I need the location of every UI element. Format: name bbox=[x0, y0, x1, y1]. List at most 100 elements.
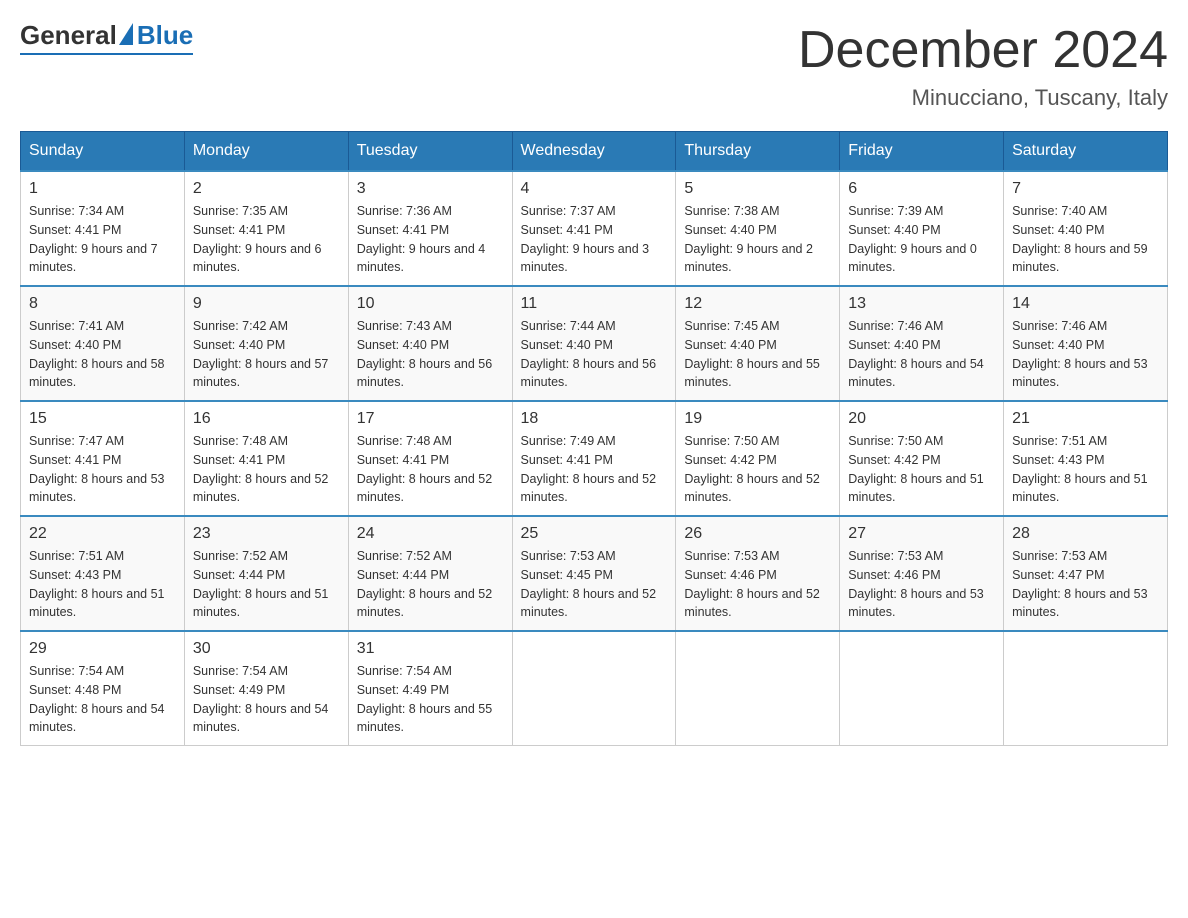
table-row bbox=[1004, 631, 1168, 746]
month-title: December 2024 bbox=[798, 20, 1168, 80]
day-number: 22 bbox=[29, 525, 176, 543]
calendar-week-row: 1 Sunrise: 7:34 AMSunset: 4:41 PMDaylight… bbox=[21, 171, 1168, 286]
table-row: 14 Sunrise: 7:46 AMSunset: 4:40 PMDayligh… bbox=[1004, 286, 1168, 401]
day-info: Sunrise: 7:52 AMSunset: 4:44 PMDaylight:… bbox=[357, 547, 504, 622]
day-number: 20 bbox=[848, 410, 995, 428]
day-info: Sunrise: 7:48 AMSunset: 4:41 PMDaylight:… bbox=[193, 432, 340, 507]
day-number: 29 bbox=[29, 640, 176, 658]
day-number: 1 bbox=[29, 180, 176, 198]
col-friday: Friday bbox=[840, 132, 1004, 172]
col-tuesday: Tuesday bbox=[348, 132, 512, 172]
day-info: Sunrise: 7:53 AMSunset: 4:46 PMDaylight:… bbox=[684, 547, 831, 622]
day-number: 5 bbox=[684, 180, 831, 198]
table-row: 29 Sunrise: 7:54 AMSunset: 4:48 PMDayligh… bbox=[21, 631, 185, 746]
day-number: 30 bbox=[193, 640, 340, 658]
table-row: 4 Sunrise: 7:37 AMSunset: 4:41 PMDaylight… bbox=[512, 171, 676, 286]
table-row: 17 Sunrise: 7:48 AMSunset: 4:41 PMDayligh… bbox=[348, 401, 512, 516]
table-row: 5 Sunrise: 7:38 AMSunset: 4:40 PMDaylight… bbox=[676, 171, 840, 286]
table-row: 6 Sunrise: 7:39 AMSunset: 4:40 PMDaylight… bbox=[840, 171, 1004, 286]
table-row: 9 Sunrise: 7:42 AMSunset: 4:40 PMDaylight… bbox=[184, 286, 348, 401]
day-number: 6 bbox=[848, 180, 995, 198]
day-number: 9 bbox=[193, 295, 340, 313]
day-number: 23 bbox=[193, 525, 340, 543]
day-info: Sunrise: 7:53 AMSunset: 4:45 PMDaylight:… bbox=[521, 547, 668, 622]
table-row: 1 Sunrise: 7:34 AMSunset: 4:41 PMDaylight… bbox=[21, 171, 185, 286]
table-row: 25 Sunrise: 7:53 AMSunset: 4:45 PMDayligh… bbox=[512, 516, 676, 631]
day-number: 25 bbox=[521, 525, 668, 543]
day-number: 8 bbox=[29, 295, 176, 313]
logo-underline bbox=[20, 53, 193, 55]
table-row: 21Sunrise: 7:51 AMSunset: 4:43 PMDayligh… bbox=[1004, 401, 1168, 516]
table-row: 15 Sunrise: 7:47 AMSunset: 4:41 PMDayligh… bbox=[21, 401, 185, 516]
day-info: Sunrise: 7:38 AMSunset: 4:40 PMDaylight:… bbox=[684, 202, 831, 277]
day-info: Sunrise: 7:35 AMSunset: 4:41 PMDaylight:… bbox=[193, 202, 340, 277]
day-info: Sunrise: 7:48 AMSunset: 4:41 PMDaylight:… bbox=[357, 432, 504, 507]
table-row: 26 Sunrise: 7:53 AMSunset: 4:46 PMDayligh… bbox=[676, 516, 840, 631]
day-info: Sunrise: 7:37 AMSunset: 4:41 PMDaylight:… bbox=[521, 202, 668, 277]
table-row: 23 Sunrise: 7:52 AMSunset: 4:44 PMDayligh… bbox=[184, 516, 348, 631]
table-row: 22 Sunrise: 7:51 AMSunset: 4:43 PMDayligh… bbox=[21, 516, 185, 631]
table-row: 28 Sunrise: 7:53 AMSunset: 4:47 PMDayligh… bbox=[1004, 516, 1168, 631]
day-info: Sunrise: 7:44 AMSunset: 4:40 PMDaylight:… bbox=[521, 317, 668, 392]
day-info: Sunrise: 7:51 AMSunset: 4:43 PMDaylight:… bbox=[1012, 432, 1159, 507]
day-number: 16 bbox=[193, 410, 340, 428]
day-info: Sunrise: 7:43 AMSunset: 4:40 PMDaylight:… bbox=[357, 317, 504, 392]
day-info: Sunrise: 7:42 AMSunset: 4:40 PMDaylight:… bbox=[193, 317, 340, 392]
table-row: 3 Sunrise: 7:36 AMSunset: 4:41 PMDaylight… bbox=[348, 171, 512, 286]
day-number: 18 bbox=[521, 410, 668, 428]
logo-general-text: General bbox=[20, 20, 117, 51]
col-wednesday: Wednesday bbox=[512, 132, 676, 172]
logo-blue-text: Blue bbox=[137, 20, 193, 51]
day-info: Sunrise: 7:50 AMSunset: 4:42 PMDaylight:… bbox=[848, 432, 995, 507]
day-info: Sunrise: 7:36 AMSunset: 4:41 PMDaylight:… bbox=[357, 202, 504, 277]
table-row: 7Sunrise: 7:40 AMSunset: 4:40 PMDaylight… bbox=[1004, 171, 1168, 286]
table-row: 20 Sunrise: 7:50 AMSunset: 4:42 PMDayligh… bbox=[840, 401, 1004, 516]
day-number: 15 bbox=[29, 410, 176, 428]
logo: General Blue bbox=[20, 20, 193, 55]
col-sunday: Sunday bbox=[21, 132, 185, 172]
day-info: Sunrise: 7:39 AMSunset: 4:40 PMDaylight:… bbox=[848, 202, 995, 277]
logo-triangle-icon bbox=[119, 23, 133, 45]
col-saturday: Saturday bbox=[1004, 132, 1168, 172]
day-number: 28 bbox=[1012, 525, 1159, 543]
calendar-week-row: 22 Sunrise: 7:51 AMSunset: 4:43 PMDayligh… bbox=[21, 516, 1168, 631]
calendar-week-row: 29 Sunrise: 7:54 AMSunset: 4:48 PMDayligh… bbox=[21, 631, 1168, 746]
table-row: 18 Sunrise: 7:49 AMSunset: 4:41 PMDayligh… bbox=[512, 401, 676, 516]
table-row: 2Sunrise: 7:35 AMSunset: 4:41 PMDaylight… bbox=[184, 171, 348, 286]
day-number: 26 bbox=[684, 525, 831, 543]
calendar-header-row: Sunday Monday Tuesday Wednesday Thursday… bbox=[21, 132, 1168, 172]
page-header: General Blue December 2024 Minucciano, T… bbox=[20, 20, 1168, 111]
table-row bbox=[840, 631, 1004, 746]
day-number: 3 bbox=[357, 180, 504, 198]
day-number: 12 bbox=[684, 295, 831, 313]
table-row: 13 Sunrise: 7:46 AMSunset: 4:40 PMDayligh… bbox=[840, 286, 1004, 401]
table-row: 11 Sunrise: 7:44 AMSunset: 4:40 PMDayligh… bbox=[512, 286, 676, 401]
day-info: Sunrise: 7:51 AMSunset: 4:43 PMDaylight:… bbox=[29, 547, 176, 622]
day-info: Sunrise: 7:53 AMSunset: 4:47 PMDaylight:… bbox=[1012, 547, 1159, 622]
day-number: 13 bbox=[848, 295, 995, 313]
day-number: 4 bbox=[521, 180, 668, 198]
title-section: December 2024 Minucciano, Tuscany, Italy bbox=[798, 20, 1168, 111]
day-info: Sunrise: 7:34 AMSunset: 4:41 PMDaylight:… bbox=[29, 202, 176, 277]
day-info: Sunrise: 7:54 AMSunset: 4:48 PMDaylight:… bbox=[29, 662, 176, 737]
day-info: Sunrise: 7:46 AMSunset: 4:40 PMDaylight:… bbox=[848, 317, 995, 392]
table-row: 10 Sunrise: 7:43 AMSunset: 4:40 PMDayligh… bbox=[348, 286, 512, 401]
day-number: 10 bbox=[357, 295, 504, 313]
day-info: Sunrise: 7:53 AMSunset: 4:46 PMDaylight:… bbox=[848, 547, 995, 622]
day-info: Sunrise: 7:49 AMSunset: 4:41 PMDaylight:… bbox=[521, 432, 668, 507]
day-info: Sunrise: 7:47 AMSunset: 4:41 PMDaylight:… bbox=[29, 432, 176, 507]
day-number: 11 bbox=[521, 295, 668, 313]
day-number: 17 bbox=[357, 410, 504, 428]
day-info: Sunrise: 7:45 AMSunset: 4:40 PMDaylight:… bbox=[684, 317, 831, 392]
day-info: Sunrise: 7:54 AMSunset: 4:49 PMDaylight:… bbox=[193, 662, 340, 737]
day-info: Sunrise: 7:52 AMSunset: 4:44 PMDaylight:… bbox=[193, 547, 340, 622]
table-row bbox=[512, 631, 676, 746]
table-row: 12 Sunrise: 7:45 AMSunset: 4:40 PMDayligh… bbox=[676, 286, 840, 401]
day-number: 19 bbox=[684, 410, 831, 428]
day-number: 14 bbox=[1012, 295, 1159, 313]
calendar-table: Sunday Monday Tuesday Wednesday Thursday… bbox=[20, 131, 1168, 746]
calendar-week-row: 8Sunrise: 7:41 AMSunset: 4:40 PMDaylight… bbox=[21, 286, 1168, 401]
day-number: 24 bbox=[357, 525, 504, 543]
day-info: Sunrise: 7:46 AMSunset: 4:40 PMDaylight:… bbox=[1012, 317, 1159, 392]
table-row: 27Sunrise: 7:53 AMSunset: 4:46 PMDayligh… bbox=[840, 516, 1004, 631]
